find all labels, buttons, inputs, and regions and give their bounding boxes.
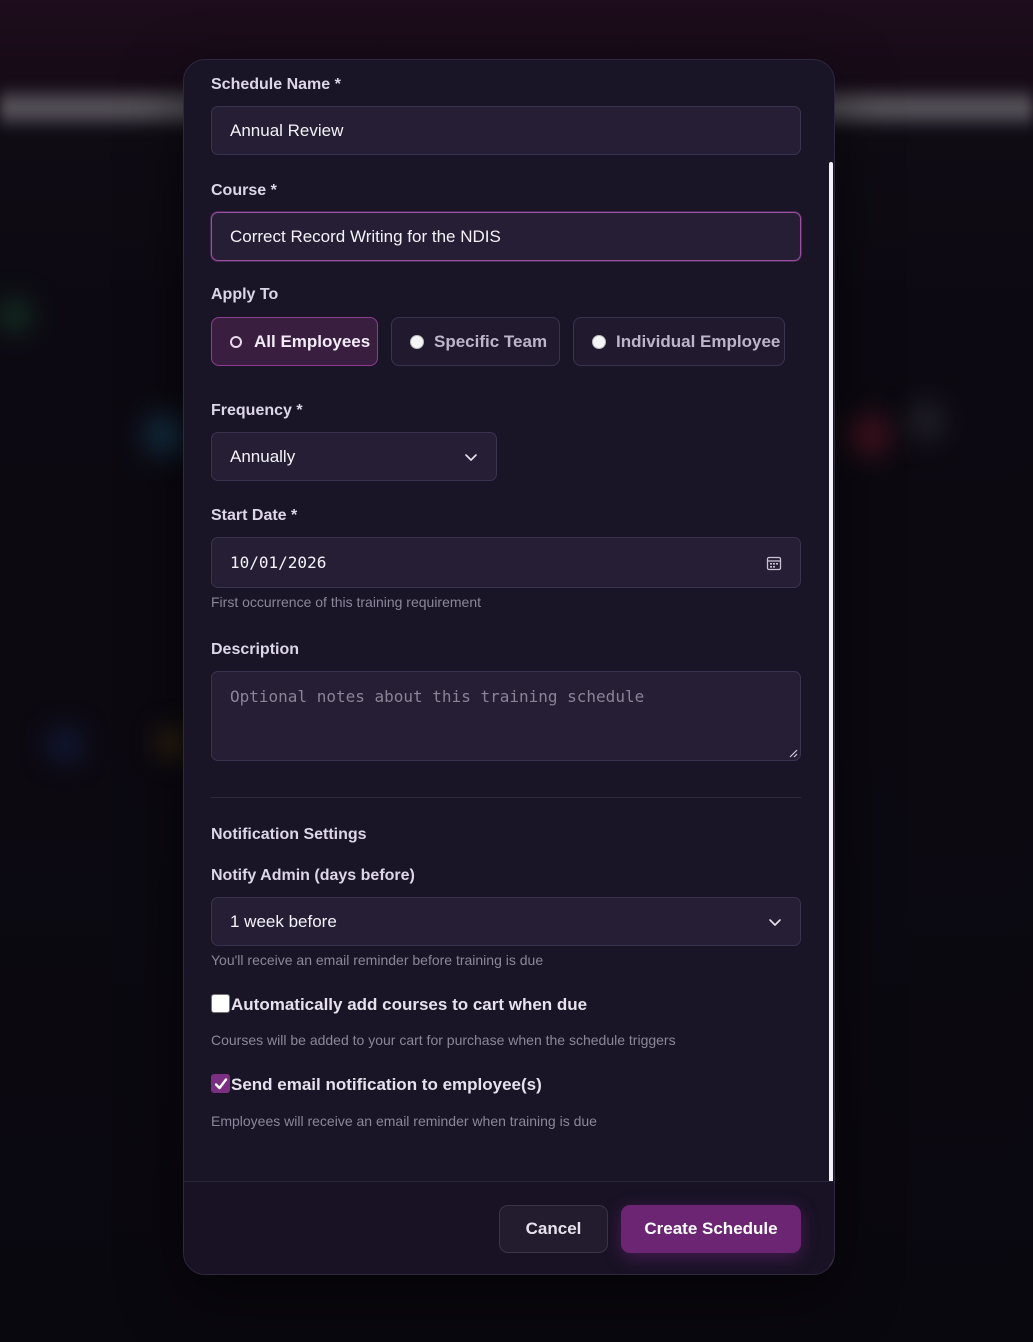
section-divider xyxy=(211,797,801,798)
radio-label: Individual Employee xyxy=(616,331,781,351)
start-date-label: Start Date * xyxy=(211,507,298,524)
auto-cart-label[interactable]: Automatically add courses to cart when d… xyxy=(231,996,587,1013)
schedule-name-value: Annual Review xyxy=(230,120,344,140)
start-date-input[interactable]: 10/01/2026 xyxy=(211,537,801,588)
radio-unselected-icon xyxy=(410,334,424,349)
schedule-name-label: Schedule Name * xyxy=(211,76,341,93)
notify-admin-help: You'll receive an email reminder before … xyxy=(211,952,544,968)
description-textarea[interactable]: Optional notes about this training sched… xyxy=(211,671,801,761)
email-employee-option[interactable]: Send email notification to employee(s) xyxy=(211,1074,542,1093)
radio-selected-icon xyxy=(230,335,242,348)
check-icon xyxy=(214,1078,228,1090)
calendar-icon[interactable] xyxy=(766,555,782,571)
course-input[interactable]: Correct Record Writing for the NDIS xyxy=(211,212,801,261)
email-employee-help: Employees will receive an email reminder… xyxy=(211,1113,597,1129)
frequency-label: Frequency * xyxy=(211,402,303,419)
modal-scrollbar[interactable] xyxy=(828,162,834,1274)
apply-to-all-employees[interactable]: All Employees xyxy=(211,317,378,366)
radio-label: All Employees xyxy=(254,331,371,351)
auto-cart-option[interactable]: Automatically add courses to cart when d… xyxy=(211,994,587,1013)
schedule-name-input[interactable]: Annual Review xyxy=(211,106,801,155)
course-value: Correct Record Writing for the NDIS xyxy=(230,226,501,246)
radio-label: Specific Team xyxy=(434,331,548,351)
course-label: Course * xyxy=(211,182,277,199)
chevron-down-icon xyxy=(769,918,781,926)
resize-handle-icon[interactable] xyxy=(788,748,798,758)
start-date-help: First occurrence of this training requir… xyxy=(211,594,481,610)
chevron-down-icon xyxy=(465,453,477,461)
email-employee-label[interactable]: Send email notification to employee(s) xyxy=(231,1076,542,1093)
apply-to-label: Apply To xyxy=(211,286,279,303)
notify-admin-label: Notify Admin (days before) xyxy=(211,867,415,884)
start-date-value: 10/01/2026 xyxy=(230,553,327,572)
auto-cart-help: Courses will be added to your cart for p… xyxy=(211,1032,676,1048)
radio-unselected-icon xyxy=(592,334,606,349)
create-schedule-modal: Schedule Name * Annual Review Course * C… xyxy=(183,59,835,1275)
create-schedule-button[interactable]: Create Schedule xyxy=(621,1205,801,1253)
scrollbar-thumb[interactable] xyxy=(829,162,833,1274)
frequency-value: Annually xyxy=(230,446,296,466)
description-placeholder: Optional notes about this training sched… xyxy=(230,687,645,706)
notify-admin-value: 1 week before xyxy=(230,911,337,931)
cancel-button[interactable]: Cancel xyxy=(499,1205,608,1253)
auto-cart-checkbox[interactable] xyxy=(211,994,230,1013)
description-label: Description xyxy=(211,641,300,658)
modal-footer: Cancel Create Schedule xyxy=(184,1181,834,1274)
notify-admin-select[interactable]: 1 week before xyxy=(211,897,801,946)
apply-to-individual-employee[interactable]: Individual Employee xyxy=(573,317,785,366)
apply-to-specific-team[interactable]: Specific Team xyxy=(391,317,560,366)
email-employee-checkbox[interactable] xyxy=(211,1074,230,1093)
notification-settings-title: Notification Settings xyxy=(211,826,367,843)
frequency-select[interactable]: Annually xyxy=(211,432,497,481)
